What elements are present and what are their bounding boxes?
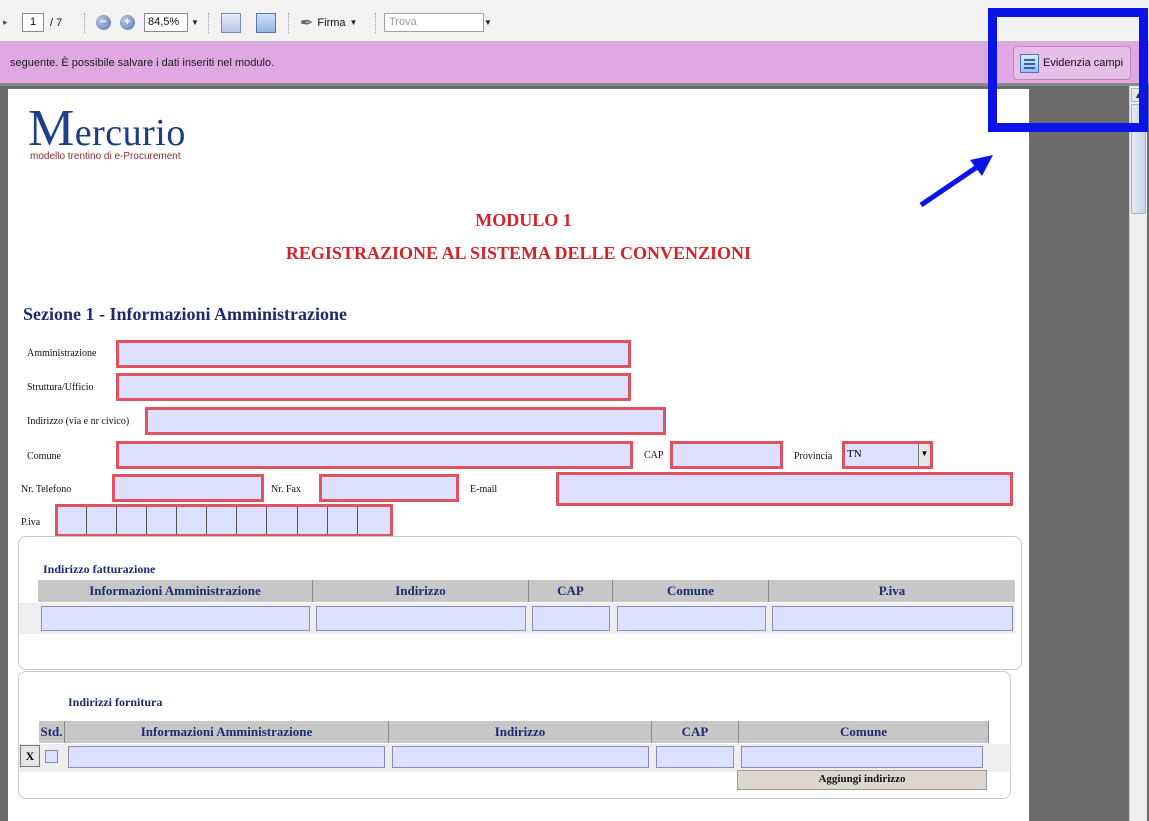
document-page: Mercurio modello trentino di e-Procureme… (8, 89, 1029, 821)
viewer-toolbar: ▸ 1 / 7 − + 84,5% ▼ ✒ Firma ▼ Trova ▼ (0, 0, 1149, 42)
fatturazione-title: Indirizzo fatturazione (43, 562, 156, 576)
indirizzo-field[interactable] (145, 407, 666, 435)
pen-icon: ✒ (300, 14, 314, 32)
email-field[interactable] (556, 472, 1013, 506)
find-dropdown-arrow-icon[interactable]: ▼ (484, 18, 492, 27)
forn-col-amministrazione: Informazioni Amministrazione (65, 721, 389, 743)
highlight-annotation-box (988, 8, 1148, 132)
forn-col-cap: CAP (652, 721, 739, 743)
logo-initial: M (28, 100, 75, 157)
label-amministrazione: Amministrazione (27, 348, 97, 359)
logo-name: ercurio (74, 112, 186, 154)
fax-field[interactable] (319, 474, 459, 502)
forn-amministrazione-input[interactable] (68, 746, 385, 768)
provincia-dropdown-arrow-icon[interactable]: ▼ (918, 444, 930, 466)
forn-indirizzo-input[interactable] (392, 746, 649, 768)
zoom-dropdown-arrow-icon[interactable]: ▼ (191, 18, 199, 27)
add-address-button[interactable]: Aggiungi indirizzo (737, 770, 987, 790)
page-number-input[interactable]: 1 (22, 13, 44, 32)
fatt-indirizzo-input[interactable] (316, 606, 526, 631)
find-input[interactable]: Trova (384, 13, 484, 32)
prev-page-arrow-icon[interactable]: ▸ (3, 12, 8, 33)
cap-field[interactable] (670, 441, 783, 469)
forn-col-indirizzo: Indirizzo (389, 721, 652, 743)
fornitura-header: Std. Informazioni Amministrazione Indiri… (39, 721, 989, 743)
page-total-label: / 7 (50, 16, 63, 29)
sign-button-label: Firma (317, 16, 346, 29)
telefono-field[interactable] (112, 474, 264, 502)
comune-field[interactable] (116, 441, 633, 469)
zoom-in-icon[interactable]: + (120, 15, 135, 30)
label-comune: Comune (27, 451, 61, 462)
form-info-text: seguente. È possibile salvare i dati ins… (10, 57, 275, 69)
zoom-out-icon[interactable]: − (96, 15, 111, 30)
label-provincia: Provincia (794, 451, 833, 462)
pdf-viewer-window: ▸ 1 / 7 − + 84,5% ▼ ✒ Firma ▼ Trova ▼ se… (0, 0, 1149, 821)
fatt-comune-input[interactable] (617, 606, 766, 631)
label-piva: P.iva (21, 517, 41, 528)
forn-col-comune: Comune (739, 721, 989, 743)
remove-row-button[interactable]: X (20, 745, 40, 767)
mercurio-logo: Mercurio modello trentino di e-Procureme… (28, 103, 186, 163)
form-info-bar: seguente. È possibile salvare i dati ins… (0, 42, 1149, 86)
fatt-col-cap: CAP (529, 580, 613, 602)
fit-width-icon[interactable] (221, 12, 241, 33)
label-struttura: Struttura/Ufficio (27, 382, 94, 393)
label-fax: Nr. Fax (271, 484, 301, 495)
fatt-col-piva: P.iva (878, 583, 906, 598)
provincia-value: TN (847, 448, 862, 460)
forn-col-std: Std. (39, 721, 65, 743)
fit-page-icon[interactable] (256, 12, 276, 33)
fatt-amministrazione-input[interactable] (41, 606, 310, 631)
fatt-cap-input[interactable] (532, 606, 610, 631)
struttura-field[interactable] (116, 373, 631, 401)
fornitura-title: Indirizzi fornitura (68, 695, 163, 709)
form-title: MODULO 1 (475, 210, 572, 230)
label-indirizzo: Indirizzo (via e nr civico) (27, 416, 130, 427)
forn-comune-input[interactable] (741, 746, 983, 768)
fatt-piva-input[interactable] (772, 606, 1013, 631)
zoom-level-select[interactable]: 84,5% (144, 13, 188, 32)
fatt-col-indirizzo: Indirizzo (313, 580, 529, 602)
forn-cap-input[interactable] (656, 746, 734, 768)
fatt-col-comune: Comune (613, 580, 769, 602)
piva-field[interactable] (55, 504, 393, 537)
provincia-select[interactable]: TN ▼ (842, 441, 933, 469)
section-heading: Sezione 1 - Informazioni Amministrazione (23, 304, 347, 324)
chevron-down-icon: ▼ (349, 18, 358, 27)
sign-button[interactable]: ✒ Firma ▼ (300, 12, 357, 33)
label-telefono: Nr. Telefono (21, 484, 72, 495)
amministrazione-field[interactable] (116, 340, 631, 368)
fatturazione-header: Informazioni Amministrazione Indirizzo C… (38, 580, 1015, 602)
label-email: E-mail (470, 484, 498, 495)
form-subtitle: REGISTRAZIONE AL SISTEMA DELLE CONVENZIO… (285, 243, 752, 263)
fatt-col-amministrazione: Informazioni Amministrazione (38, 580, 313, 602)
label-cap: CAP (644, 450, 664, 461)
logo-tagline: modello trentino di e-Procurement (30, 151, 181, 162)
vertical-scrollbar[interactable]: ▲ (1129, 86, 1147, 821)
std-checkbox[interactable] (45, 750, 58, 763)
